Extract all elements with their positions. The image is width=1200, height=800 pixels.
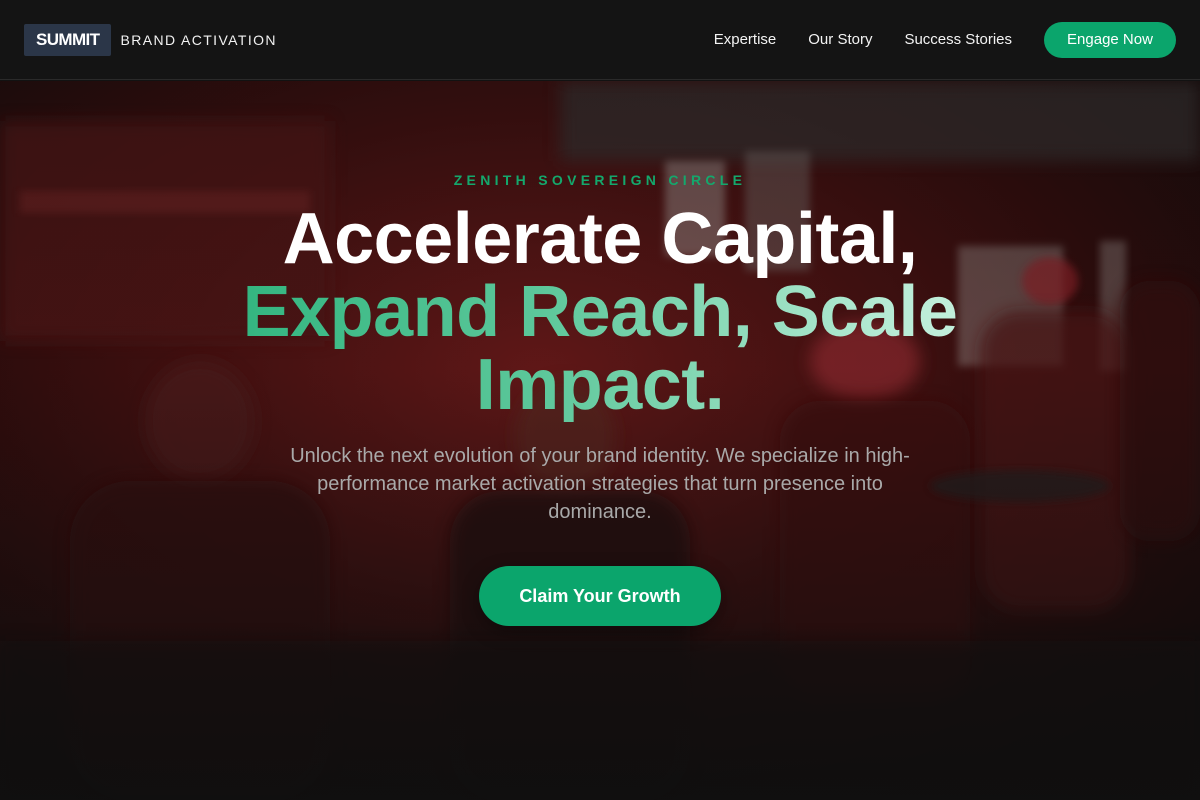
logo-wordmark[interactable]: SUMMIT: [24, 23, 112, 56]
hero-content: ZENITH SOVEREIGN CIRCLE Accelerate Capit…: [0, 81, 1200, 626]
engage-now-button[interactable]: Engage Now: [1044, 21, 1176, 58]
nav-link-expertise[interactable]: Expertise: [714, 31, 777, 48]
hero-headline: Accelerate Capital, Expand Reach, Scale …: [0, 203, 1200, 422]
nav-link-success-stories[interactable]: Success Stories: [904, 31, 1012, 48]
hero-section: ZENITH SOVEREIGN CIRCLE Accelerate Capit…: [0, 81, 1200, 800]
brand-tagline: BRAND ACTIVATION: [120, 31, 277, 48]
hero-eyebrow: ZENITH SOVEREIGN CIRCLE: [453, 172, 747, 188]
nav-link-our-story[interactable]: Our Story: [808, 31, 872, 48]
main-nav: Expertise Our Story Success Stories Enga…: [714, 21, 1176, 58]
headline-line-2: Expand Reach, Scale: [0, 276, 1200, 349]
brand-logo[interactable]: SUMMIT BRAND ACTIVATION: [24, 23, 277, 56]
headline-line-1: Accelerate Capital,: [282, 199, 918, 279]
site-header: SUMMIT BRAND ACTIVATION Expertise Our St…: [0, 0, 1200, 80]
headline-line-3: Impact.: [0, 349, 1200, 422]
hero-subtext: Unlock the next evolution of your brand …: [290, 445, 910, 523]
claim-growth-button[interactable]: Claim Your Growth: [479, 566, 721, 626]
